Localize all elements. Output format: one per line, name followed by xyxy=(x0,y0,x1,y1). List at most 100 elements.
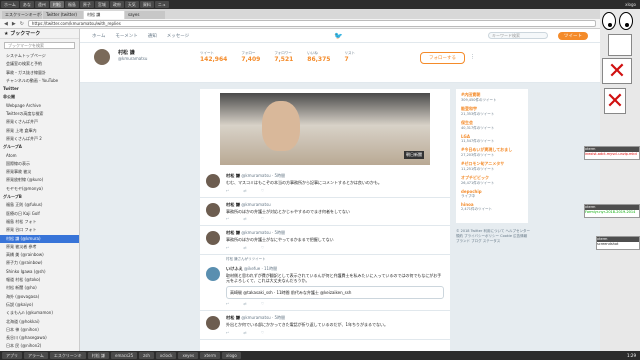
browser-tab[interactable]: Twitter (twitter) xyxy=(43,11,83,19)
trend-item[interactable]: #今日めいが実現しておまし 27,203件のツイート xyxy=(461,147,523,158)
tweet-photo[interactable]: 朝日新聞 xyxy=(220,93,430,165)
bookmark-folder[interactable]: Twitter xyxy=(0,85,79,93)
bookmark-item[interactable]: 福島 正則 (@fukus) xyxy=(0,201,79,209)
bookmark-item[interactable]: 日本 神 (@nihon) xyxy=(0,326,79,334)
taskbar-item[interactable]: zsh xyxy=(139,352,154,359)
tweet[interactable]: いけふえ @ikefue · 11時間 取材側と思われずが費が翻訳として表示され… xyxy=(200,262,450,311)
bookmark-item[interactable]: 原発くさんば井戸 xyxy=(0,118,79,126)
trend-item[interactable]: depochip ライブ中 xyxy=(461,189,523,199)
bookmark-item[interactable]: 原発放射線 (@kuro) xyxy=(0,176,79,184)
tweet-avatar[interactable] xyxy=(206,202,220,217)
bookmark-item[interactable]: Twitterの高度な検索 xyxy=(0,110,79,118)
panel-tab[interactable]: 宮城 xyxy=(94,1,109,8)
like-icon[interactable]: ♡ xyxy=(261,216,265,221)
panel-tab[interactable]: 政府 xyxy=(109,1,124,8)
panel-tab[interactable]: あな xyxy=(19,1,34,8)
panel-tab[interactable]: 村松 xyxy=(49,1,64,8)
trend-item[interactable]: hinoa 2,471件のツイート xyxy=(461,202,523,212)
bookmark-item[interactable]: 海外 (@ovagasa) xyxy=(0,293,79,301)
tweet[interactable]: 村松 謙 @kmuramatsu 事務所のほかの弁護士が対応とかじゃやするのでま… xyxy=(200,198,450,226)
retweet-icon[interactable]: ⇄ xyxy=(243,216,246,221)
retweet-icon[interactable]: ⇄ xyxy=(243,188,246,193)
like-icon[interactable]: ♡ xyxy=(261,188,265,193)
twitter-search-input[interactable]: キーワード検索 xyxy=(488,32,548,39)
bookmark-folder[interactable]: 非公開 xyxy=(0,93,79,101)
bookmark-item[interactable]: 村松 謙 (@kmura) xyxy=(0,234,79,243)
trend-item[interactable]: 保生会 40,317件のツイート xyxy=(461,120,523,131)
forward-icon[interactable]: ▶ xyxy=(12,21,16,27)
bookmark-item[interactable]: 福島 村松 フォト xyxy=(0,218,79,226)
nav-messages[interactable]: メッセージ xyxy=(167,33,189,39)
panel-tab[interactable]: 福島 xyxy=(64,1,79,8)
tweet-button[interactable]: ツイート xyxy=(558,31,588,40)
trend-item[interactable]: #ゼロモン旬アニメタサ 11,251件のツイート xyxy=(461,161,523,172)
bookmark-folder[interactable]: グループB xyxy=(0,193,79,201)
follow-button[interactable]: フォローする xyxy=(420,52,465,64)
trend-item[interactable]: #内田寛朝 309,450件のツイート xyxy=(461,92,523,103)
address-bar[interactable]: https://twitter.com/kmuramatsu/with_repl… xyxy=(27,20,596,27)
taskbar-item[interactable]: エスクリーンキ xyxy=(49,352,86,359)
like-icon[interactable]: ♡ xyxy=(261,301,265,306)
tweet-author[interactable]: 村松 謙 xyxy=(226,202,240,207)
bookmark-item[interactable]: 医療の日 Kaji Golf xyxy=(0,210,79,218)
twitter-bird-icon[interactable]: 🐦 xyxy=(334,32,343,40)
taskbar-item[interactable]: アプリ xyxy=(2,352,22,359)
bookmark-item[interactable]: 原発 被災者 参考 xyxy=(0,243,79,251)
tweet[interactable]: 村松 謙 @kmuramatsu · 5時間 外出とか何でいる部にかかってきた電… xyxy=(200,311,450,340)
tweet-author[interactable]: 村松 謙 xyxy=(226,173,240,178)
bookmark-item[interactable]: Shinko Igawa (@sh) xyxy=(0,268,79,276)
bookmark-item[interactable]: 長谷川 (@hasegawa) xyxy=(0,334,79,342)
stat-followers[interactable]: フォロワー 7,521 xyxy=(274,51,293,63)
reply-icon[interactable]: ↩ xyxy=(226,330,229,335)
browser-tab[interactable]: エスクリーンキーボード xyxy=(2,11,42,19)
tweet-author[interactable]: 村松 謙 xyxy=(226,230,240,235)
reply-icon[interactable]: ↩ xyxy=(226,301,229,306)
bookmark-item[interactable]: 高橋 美 (@rainbow) xyxy=(0,251,79,259)
profile-avatar[interactable] xyxy=(92,47,112,67)
bookmark-item[interactable]: チャンネルの動画 - YouTube xyxy=(0,77,79,85)
tweet-author[interactable]: 村松 謙 xyxy=(226,315,240,320)
more-options-icon[interactable]: ⋮ xyxy=(470,54,475,60)
bookmark-item[interactable]: システムトップページ xyxy=(0,52,79,60)
like-icon[interactable]: ♡ xyxy=(261,245,265,250)
bookmark-item[interactable]: くまもんn (@kumamon) xyxy=(0,309,79,317)
bookmark-item[interactable]: 伝説 (@kaiyo) xyxy=(0,301,79,309)
bookmark-item[interactable]: 原発事故 被災 xyxy=(0,168,79,176)
reply-icon[interactable]: ↩ xyxy=(226,216,229,221)
nav-home[interactable]: ホーム xyxy=(92,33,105,39)
nav-notifications[interactable]: 通知 xyxy=(148,33,157,39)
like-icon[interactable]: ♡ xyxy=(261,330,265,335)
tweet-avatar[interactable] xyxy=(206,316,220,330)
bookmark-item[interactable]: 日本 民 (@nihon2) xyxy=(0,342,79,350)
bookmark-item[interactable]: Webpage Archive xyxy=(0,102,79,110)
bookmark-item[interactable]: 原発 谷口 フォト xyxy=(0,226,79,234)
taskbar-item[interactable]: emacs25 xyxy=(110,352,138,359)
taskbar-item[interactable]: アラーム xyxy=(24,352,48,359)
bookmark-item[interactable]: 報道 村松 (@toko) xyxy=(0,276,79,284)
back-icon[interactable]: ◀ xyxy=(4,21,8,27)
reply-icon[interactable]: ↩ xyxy=(226,188,229,193)
xterm-window[interactable]: xterm screendshot xyxy=(596,236,640,250)
stat-following[interactable]: フォロー 7,409 xyxy=(241,51,260,63)
bookmark-item[interactable]: Atom xyxy=(0,152,79,160)
panel-tab[interactable]: 資料 xyxy=(139,1,154,8)
bookmark-item[interactable]: 国際線の表示 xyxy=(0,160,79,168)
tweet-avatar[interactable] xyxy=(206,266,220,281)
tweet-avatar[interactable] xyxy=(206,174,220,188)
reload-icon[interactable]: ↻ xyxy=(20,21,24,27)
bookmark-item[interactable]: 会議室の検索と予約 xyxy=(0,60,79,68)
panel-tab[interactable]: 天気 xyxy=(124,1,139,8)
bookmark-item[interactable]: 原子力 (@rainbow) xyxy=(0,259,79,267)
tweet[interactable]: 村松 謙 @kmuramatsu · 5時間 事務所のほかの弁護士がなにやってる… xyxy=(200,226,450,255)
bookmark-item[interactable]: 事故・ガス抜き線量計 xyxy=(0,69,79,77)
bookmark-item[interactable]: 村松 新聞 (@ho) xyxy=(0,284,79,292)
reply-icon[interactable]: ↩ xyxy=(226,245,229,250)
tweet-author[interactable]: いけふえ xyxy=(226,266,243,271)
retweet-icon[interactable]: ⇄ xyxy=(243,245,246,250)
stat-tweets[interactable]: ツイート 142,964 xyxy=(200,51,227,63)
bookmark-item[interactable]: モヤモヤ(@monya) xyxy=(0,185,79,193)
panel-tab[interactable]: 遠州 xyxy=(34,1,49,8)
retweet-icon[interactable]: ⇄ xyxy=(243,330,246,335)
bookmark-search-input[interactable]: ブックマークを検索 xyxy=(4,42,75,49)
retweet-icon[interactable]: ⇄ xyxy=(243,301,246,306)
